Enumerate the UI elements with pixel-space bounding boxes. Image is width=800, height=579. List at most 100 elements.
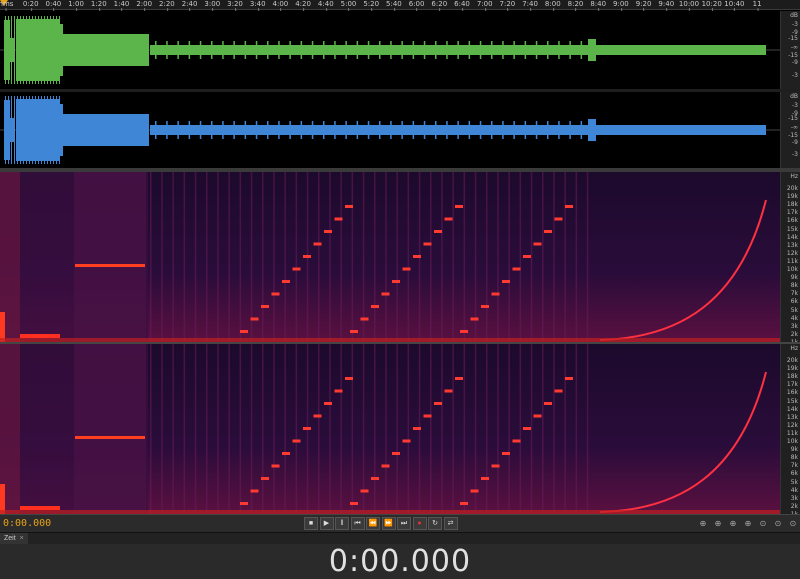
frequency-label: 3k <box>790 494 798 502</box>
ruler-tick-label: 7:20 <box>499 0 516 11</box>
zoom-in-out-icon[interactable]: ⊙ <box>787 518 799 530</box>
zoom-selection-icon[interactable]: ⊙ <box>772 518 784 530</box>
frequency-label: 4k <box>790 314 798 322</box>
frequency-label: 7k <box>790 462 798 470</box>
scale-label: -3 <box>792 151 798 159</box>
frequency-label: 8k <box>790 454 798 462</box>
frequency-label: 2k <box>790 330 798 338</box>
ruler-tick-label: 8:40 <box>590 0 607 11</box>
scale-unit-label: Hz <box>790 173 798 180</box>
ruler-tick-label: 4:40 <box>317 0 334 11</box>
spectral-view-right[interactable] <box>0 344 780 514</box>
waveform-right-graphic <box>0 96 780 164</box>
ruler-tick-label: 6:20 <box>431 0 448 11</box>
ruler-tick-label: 8:20 <box>567 0 584 11</box>
frequency-label: 14k <box>786 233 798 241</box>
play-button[interactable]: ▶ <box>319 517 334 530</box>
ruler-tick-label: 6:00 <box>408 0 425 11</box>
scale-label: -15 <box>788 115 798 123</box>
go-to-end-button[interactable]: ⏭ <box>397 517 411 530</box>
frequency-label: 8k <box>790 282 798 290</box>
amplitude-scale-left: dB -3 -9 -15 -∞ -15 -9 -3 <box>780 11 800 89</box>
scale-label: -3 <box>792 21 798 28</box>
frequency-label: 19k <box>786 365 798 373</box>
zoom-full-icon[interactable]: ⊙ <box>757 518 769 530</box>
ruler-tick-label: 9:00 <box>613 0 629 11</box>
ruler-tick-label: 1:40 <box>113 0 130 11</box>
frequency-label: 17k <box>786 381 798 389</box>
frequency-label: 15k <box>786 225 798 233</box>
stop-button[interactable]: ■ <box>304 517 318 530</box>
frequency-label: 20k <box>786 357 798 364</box>
frequency-label: 9k <box>790 446 798 454</box>
frequency-label: 4k <box>790 486 798 494</box>
fast-forward-button[interactable]: ⏩ <box>381 517 396 530</box>
frequency-label: 6k <box>790 298 798 306</box>
loop-button[interactable]: ↻ <box>428 517 442 530</box>
frequency-label: 10k <box>786 266 798 273</box>
ruler-tick-label: 3:40 <box>249 0 266 11</box>
ruler-tick-label: 7:40 <box>522 0 538 11</box>
ruler-tick-label: 2:40 <box>181 0 198 11</box>
skip-selection-button[interactable]: ⇄ <box>443 517 458 530</box>
current-time-readout: 0:00.000 <box>3 518 52 529</box>
scale-label: dB <box>790 92 798 100</box>
zoom-in-time-icon[interactable]: ⊕ <box>727 518 739 530</box>
frequency-label: 17k <box>786 209 798 217</box>
ruler-tick-label: 2:20 <box>159 0 175 11</box>
spectral-view-left[interactable] <box>0 172 780 342</box>
frequency-label: 12k <box>786 421 798 429</box>
ruler-tick-label: 2:00 <box>136 0 153 11</box>
zoom-out-amplitude-icon[interactable]: ⊕ <box>712 518 724 530</box>
transport-bar: 0:00.000 ■ ▶ ‖ ⏮ ⏪ ⏩ ⏭ ● ↻ ⇄ ⊕ ⊕ ⊕ ⊕ ⊙ ⊙ ⊙ <box>0 514 800 532</box>
zoom-in-amplitude-icon[interactable]: ⊕ <box>697 518 709 530</box>
ruler-tick-label: 10:00 <box>678 0 700 11</box>
scale-label: -3 <box>792 101 798 109</box>
scale-label: dB <box>790 12 798 19</box>
ruler-tick-label: 9:20 <box>635 0 652 11</box>
ruler-tick-label: 5:40 <box>386 0 402 11</box>
frequency-label: 7k <box>790 290 798 298</box>
frequency-label: 11k <box>786 257 798 265</box>
scale-unit-label: Hz <box>790 345 798 352</box>
go-to-start-button[interactable]: ⏮ <box>350 517 365 530</box>
scale-label: -∞ <box>790 44 798 51</box>
frequency-label: 20k <box>786 185 798 192</box>
spectrogram-right-graphic <box>0 344 780 514</box>
scale-label: -9 <box>792 138 798 146</box>
scale-label: -3 <box>792 72 798 79</box>
frequency-label: 5k <box>790 306 798 314</box>
frequency-label: 11k <box>786 429 798 437</box>
frequency-label: 12k <box>786 249 798 257</box>
record-button[interactable]: ● <box>412 517 427 530</box>
frequency-label: 10k <box>786 438 798 445</box>
ruler-tick-label: 1:20 <box>90 0 107 11</box>
scale-label: -15 <box>788 35 798 42</box>
time-panel: 0:00.000 <box>0 544 800 579</box>
ruler-tick-label: 3:00 <box>204 0 221 11</box>
ruler-tick-label: hms <box>0 0 14 11</box>
frequency-label: 9k <box>790 274 798 282</box>
spectrogram-left-graphic <box>0 172 780 342</box>
ruler-tick-label: 4:20 <box>295 0 311 11</box>
time-ruler[interactable]: hms 0:20 0:40 1:00 1:20 1:40 2:00 2:20 2:40 3:00 3… <box>0 0 800 11</box>
close-icon[interactable]: × <box>20 535 24 542</box>
time-panel-tab-bar: Zeit × <box>0 532 800 545</box>
waveform-left-graphic <box>0 16 780 84</box>
frequency-label: 3k <box>790 322 798 330</box>
frequency-scale-left: Hz 20k 19k 18k 17k 16k 15k 14k 13k 12k 11k 10k 9k 8k 7… <box>780 172 800 345</box>
frequency-label: 5k <box>790 478 798 486</box>
zoom-out-time-icon[interactable]: ⊕ <box>742 518 754 530</box>
ruler-tick-label: 1:00 <box>68 0 84 11</box>
ruler-tick-label: 10:20 <box>701 0 722 11</box>
frequency-label: 2k <box>790 502 798 510</box>
ruler-tick-label: 5:20 <box>363 0 380 11</box>
waveform-channel-right[interactable] <box>0 92 800 168</box>
frequency-label: 16k <box>786 217 798 225</box>
rewind-button[interactable]: ⏪ <box>366 517 380 530</box>
waveform-channel-left[interactable] <box>0 11 800 89</box>
ruler-tick-label: 9:40 <box>658 0 675 11</box>
scale-label: -9 <box>792 59 798 66</box>
pause-button[interactable]: ‖ <box>335 517 349 530</box>
frequency-label: 18k <box>786 201 798 209</box>
